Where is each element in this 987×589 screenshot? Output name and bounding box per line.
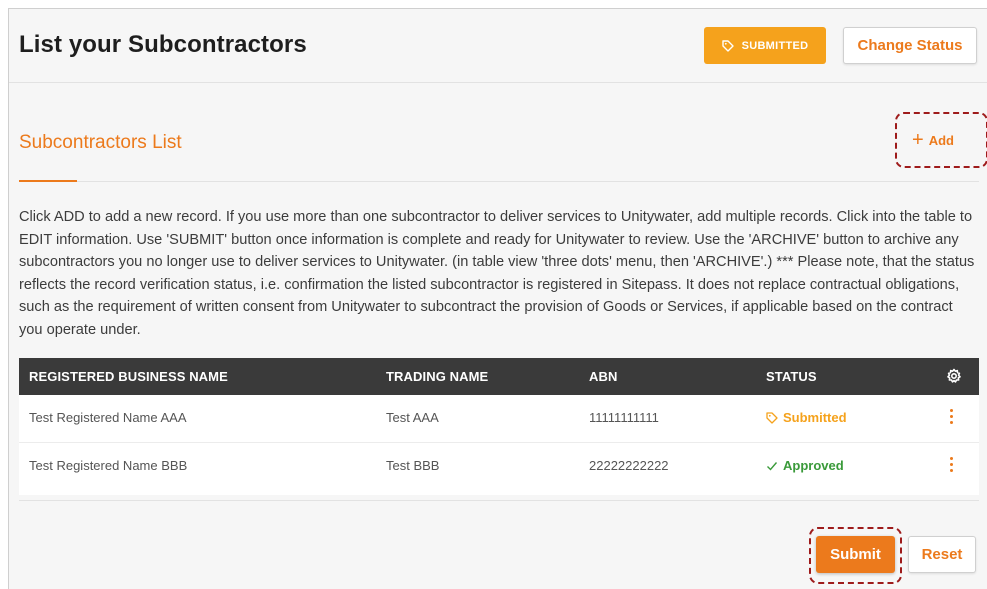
check-icon [767,461,778,471]
cell-abn: 11111111111 [589,410,659,425]
table-row[interactable]: Test Registered Name BBB Test BBB 222222… [19,443,979,491]
page-title: List your Subcontractors [19,31,307,58]
status-label: SUBMITTED [741,39,809,52]
add-label: Add [928,132,954,148]
table-header: REGISTERED BUSINESS NAME TRADING NAME AB… [19,358,979,395]
more-vertical-icon[interactable] [947,457,955,477]
status-submitted-button[interactable]: SUBMITTED [704,27,826,64]
tag-icon [766,411,778,424]
column-header-status[interactable]: STATUS [766,369,817,384]
status-text: Approved [783,458,844,473]
section-title-underline [19,180,77,182]
cell-abn: 22222222222 [589,458,669,473]
reset-button[interactable]: Reset [908,536,976,573]
submit-button[interactable]: Submit [816,536,895,573]
column-header-business-name[interactable]: REGISTERED BUSINESS NAME [29,369,228,384]
status-badge-submitted: Submitted [766,410,847,425]
gear-icon[interactable] [946,368,962,384]
add-button[interactable]: + Add [912,128,954,152]
more-vertical-icon[interactable] [947,409,955,429]
status-badge-approved: Approved [766,458,844,473]
footer-divider [19,500,979,501]
column-header-abn[interactable]: ABN [589,369,617,384]
table-row[interactable]: Test Registered Name AAA Test AAA 111111… [19,395,979,443]
cell-trading-name: Test BBB [386,458,440,473]
plus-icon: + [912,129,924,151]
cell-business-name: Test Registered Name BBB [29,458,188,473]
tag-icon [721,39,734,52]
section-title: Subcontractors List [19,132,182,153]
instructions-text: Click ADD to add a new record. If you us… [19,209,975,338]
change-status-button[interactable]: Change Status [843,27,977,64]
cell-trading-name: Test AAA [386,410,439,425]
section-divider [19,181,979,182]
page-panel: List your Subcontractors SUBMITTED Chang… [8,8,987,589]
subcontractors-table: REGISTERED BUSINESS NAME TRADING NAME AB… [19,358,979,495]
column-header-trading-name[interactable]: TRADING NAME [386,369,488,384]
status-text: Submitted [783,410,847,425]
page-header: List your Subcontractors SUBMITTED Chang… [9,9,987,83]
cell-business-name: Test Registered Name AAA [29,410,187,425]
